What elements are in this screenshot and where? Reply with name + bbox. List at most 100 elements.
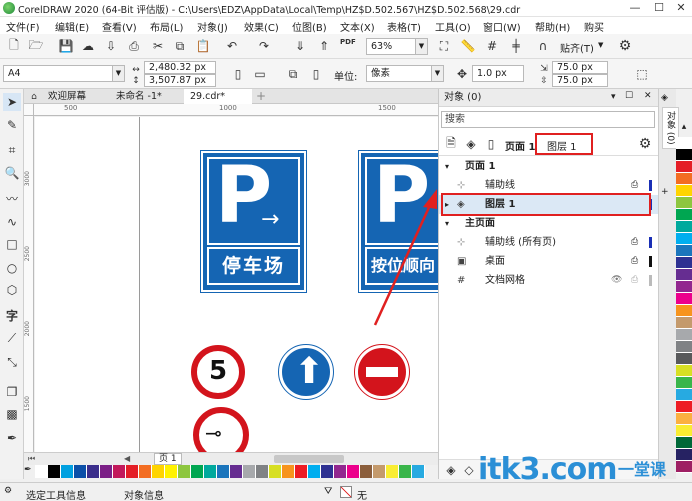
menu-tools[interactable]: 工具(O) [435, 19, 471, 34]
zoom-level-field[interactable]: 63% [366, 38, 416, 55]
color-swatch[interactable] [676, 161, 692, 173]
add-docker-icon[interactable]: + [661, 187, 669, 197]
page-width-field[interactable]: 2,480.32 px [144, 61, 216, 74]
chevron-down-icon[interactable]: ▼ [598, 41, 603, 49]
tree-item-desktop[interactable]: ▣ 桌面 ⎙ [439, 252, 659, 271]
color-swatch[interactable] [676, 137, 692, 149]
color-swatch[interactable] [282, 465, 295, 478]
duplicate-y-field[interactable]: 75.0 px [552, 74, 608, 87]
menu-file[interactable]: 文件(F) [6, 19, 40, 34]
color-swatch[interactable] [676, 245, 692, 257]
text-tool-icon[interactable]: 字 [3, 307, 21, 325]
page-size-select[interactable]: A4 [3, 65, 113, 82]
all-pages-icon[interactable]: ⧉ [285, 66, 301, 82]
color-swatch[interactable] [676, 377, 692, 389]
drop-shadow-icon[interactable]: ❐ [3, 383, 21, 401]
tab-29-cdr[interactable]: 29.cdr* [184, 89, 252, 104]
color-swatch[interactable] [676, 257, 692, 269]
color-swatch[interactable] [373, 465, 386, 478]
current-layer-field[interactable]: 图层 1 [535, 133, 593, 155]
color-swatch[interactable] [334, 465, 347, 478]
color-swatch[interactable] [399, 465, 412, 478]
color-swatch[interactable] [676, 281, 692, 293]
guidelines-icon[interactable]: ╪ [508, 38, 524, 54]
parking-sign[interactable]: P → 停车场 [200, 150, 307, 293]
redo-icon[interactable]: ↷ [256, 38, 272, 54]
print-icon[interactable]: ⎙ [631, 233, 638, 252]
tree-item-guides-all[interactable]: ⊹ 辅助线 (所有页) ⎙ [439, 233, 659, 252]
chevron-down-icon[interactable]: ▼ [432, 65, 444, 82]
tree-item-document-grid[interactable]: # 文档网格 👁 ⎙ [439, 271, 659, 290]
print-icon[interactable]: ⎙ [631, 252, 638, 271]
vertical-ruler[interactable]: 3000 2500 2000 1500 [24, 116, 34, 452]
right-color-palette[interactable] [676, 137, 692, 477]
save-icon[interactable]: 💾 [58, 38, 74, 54]
duplicate-x-field[interactable]: 75.0 px [552, 61, 608, 74]
collapse-arrow-icon[interactable]: ▾ [445, 214, 449, 233]
maximize-icon[interactable]: ☐ [648, 1, 670, 15]
home-icon[interactable]: ⌂ [26, 89, 42, 104]
eyedropper-icon[interactable]: ✒ [24, 465, 35, 479]
color-swatch[interactable] [165, 465, 178, 478]
color-swatch[interactable] [676, 209, 692, 221]
color-swatch[interactable] [243, 465, 256, 478]
color-swatch[interactable] [676, 425, 692, 437]
color-swatch[interactable] [676, 365, 692, 377]
menu-buy[interactable]: 购买 [584, 19, 604, 34]
new-document-icon[interactable]: 🗋 [6, 38, 22, 54]
current-page-icon[interactable]: ▯ [308, 66, 324, 82]
color-swatch[interactable] [256, 465, 269, 478]
nudge-distance-field[interactable]: 1.0 px [472, 65, 524, 82]
tree-item-page-1[interactable]: ▾ 页面 1 [439, 157, 659, 176]
docker-menu-icon[interactable]: ▾ [611, 92, 616, 102]
no-entry-sign[interactable] [354, 344, 410, 400]
menu-text[interactable]: 文本(X) [340, 19, 375, 34]
full-screen-icon[interactable]: ⛶ [436, 38, 452, 54]
color-swatch[interactable] [308, 465, 321, 478]
color-swatch[interactable] [360, 465, 373, 478]
print-icon[interactable]: ⎙ [631, 271, 638, 290]
tab-untitled[interactable]: 未命名 -1* [110, 89, 168, 104]
straight-ahead-sign[interactable]: ⬆ [278, 344, 334, 400]
speed-limit-sign[interactable]: 5 [191, 345, 245, 399]
color-swatch[interactable] [676, 413, 692, 425]
search-input[interactable]: 搜索 [441, 111, 655, 128]
docker-tab-icon[interactable]: ◈ [661, 93, 668, 103]
menu-window[interactable]: 窗口(W) [483, 19, 521, 34]
menu-table[interactable]: 表格(T) [387, 19, 421, 34]
color-swatch[interactable] [204, 465, 217, 478]
menu-help[interactable]: 帮助(H) [535, 19, 570, 34]
prev-page-icon[interactable]: ◀ [124, 454, 130, 463]
tab-welcome[interactable]: 欢迎屏幕 [42, 89, 92, 104]
color-swatch[interactable] [48, 465, 61, 478]
drawing-canvas[interactable]: P → 停车场 P 按位顺向 5 ⬆ ⊸ [35, 117, 438, 452]
no-fill-swatch[interactable] [340, 486, 352, 498]
color-swatch[interactable] [676, 269, 692, 281]
color-swatch[interactable] [126, 465, 139, 478]
color-swatch[interactable] [347, 465, 360, 478]
color-swatch[interactable] [412, 465, 425, 478]
magnet-icon[interactable]: ∩ [535, 38, 551, 54]
color-swatch[interactable] [321, 465, 334, 478]
page-view-icon[interactable]: 🗎 [443, 136, 459, 152]
shape-tool-icon[interactable]: ✎ [3, 116, 21, 134]
color-swatch[interactable] [676, 173, 692, 185]
gear-icon[interactable]: ⚙ [617, 38, 633, 54]
new-master-layer-icon[interactable]: ◇ [461, 462, 477, 478]
color-swatch[interactable] [676, 437, 692, 449]
cut-icon[interactable]: ✂ [150, 38, 166, 54]
color-swatch[interactable] [676, 185, 692, 197]
color-swatch[interactable] [113, 465, 126, 478]
color-swatch[interactable] [676, 305, 692, 317]
copy-icon[interactable]: ⧉ [172, 38, 188, 54]
color-swatch[interactable] [269, 465, 282, 478]
menu-bitmap[interactable]: 位图(B) [292, 19, 327, 34]
add-tab-icon[interactable]: + [256, 89, 266, 103]
color-swatch[interactable] [676, 401, 692, 413]
print-icon[interactable]: ⎙ [126, 38, 142, 54]
palette-scroll-up-icon[interactable]: ▴ [676, 122, 692, 136]
page-height-field[interactable]: 3,507.87 px [144, 74, 216, 87]
color-swatch[interactable] [178, 465, 191, 478]
horizontal-ruler[interactable]: 500 1000 1500 [34, 104, 438, 116]
menu-object[interactable]: 对象(J) [197, 19, 228, 34]
